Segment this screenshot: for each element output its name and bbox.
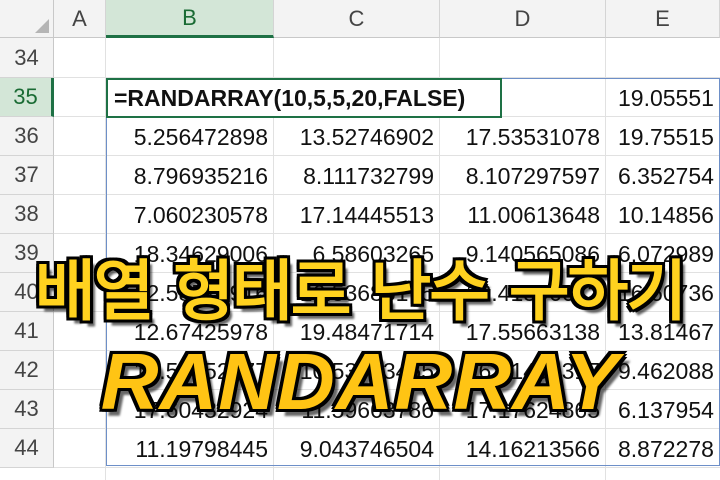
cell-e41[interactable]: 13.81467 xyxy=(618,313,720,351)
cell-c38[interactable]: 17.14445513 xyxy=(274,196,438,234)
column-header-b[interactable]: B xyxy=(106,0,274,38)
cell-d40[interactable]: 12.41596642 xyxy=(440,274,604,312)
cell-d41[interactable]: 17.55663138 xyxy=(440,313,604,351)
cell-c44[interactable]: 9.043746504 xyxy=(274,430,438,468)
row-header-34[interactable]: 34 xyxy=(0,38,54,78)
cell-e44[interactable]: 8.872278 xyxy=(618,430,720,468)
cell-c40[interactable]: 16.53685175 xyxy=(274,274,438,312)
cell-d44[interactable]: 14.16213566 xyxy=(440,430,604,468)
cell-e39[interactable]: 6.072989 xyxy=(618,235,720,273)
cell-b42[interactable]: 14.50252677 xyxy=(106,352,272,390)
row-header-38[interactable]: 38 xyxy=(0,195,54,234)
row-header-37[interactable]: 37 xyxy=(0,156,54,195)
cell-d42[interactable]: 16.41492317 xyxy=(440,352,604,390)
active-cell-b35-formula[interactable]: =RANDARRAY(10,5,5,20,FALSE) xyxy=(106,78,502,118)
cell-b43[interactable]: 17.60432924 xyxy=(106,391,272,429)
gridline xyxy=(605,38,606,480)
cell-c43[interactable]: 11.59663786 xyxy=(274,391,438,429)
spreadsheet-grid: A B C D E 34 35 36 37 38 39 40 41 42 43 … xyxy=(0,0,720,480)
cell-c37[interactable]: 8.111732799 xyxy=(274,157,438,195)
cell-b44[interactable]: 11.19798445 xyxy=(106,430,272,468)
cell-d43[interactable]: 17.17624865 xyxy=(440,391,604,429)
row-header-42[interactable]: 42 xyxy=(0,351,54,390)
cell-c42[interactable]: 10.53703455 xyxy=(274,352,438,390)
cell-b41[interactable]: 12.67425978 xyxy=(106,313,272,351)
select-all-corner[interactable] xyxy=(0,0,54,38)
cell-d36[interactable]: 17.53531078 xyxy=(440,118,604,156)
cell-b37[interactable]: 8.796935216 xyxy=(106,157,272,195)
cell-c36[interactable]: 13.52746902 xyxy=(274,118,438,156)
cell-b40[interactable]: 12.58578916 xyxy=(106,274,272,312)
row-header-44[interactable]: 44 xyxy=(0,429,54,468)
column-header-d[interactable]: D xyxy=(440,0,606,38)
row-header-39[interactable]: 39 xyxy=(0,234,54,273)
cell-c41[interactable]: 19.48471714 xyxy=(274,313,438,351)
column-header-e[interactable]: E xyxy=(606,0,720,38)
cell-e35[interactable]: 19.05551 xyxy=(618,79,720,117)
cell-b38[interactable]: 7.060230578 xyxy=(106,196,272,234)
cell-e36[interactable]: 19.75515 xyxy=(618,118,720,156)
cell-e42[interactable]: 9.462088 xyxy=(618,352,720,390)
cell-b36[interactable]: 5.256472898 xyxy=(106,118,272,156)
column-header-a[interactable]: A xyxy=(54,0,106,38)
cell-b39[interactable]: 18.34629006 xyxy=(106,235,272,273)
cell-d39[interactable]: 9.140565086 xyxy=(440,235,604,273)
cell-c39[interactable]: 6.58603265 xyxy=(274,235,438,273)
cell-e40[interactable]: 16.60736 xyxy=(618,274,720,312)
row-header-36[interactable]: 36 xyxy=(0,117,54,156)
cell-e38[interactable]: 10.14856 xyxy=(618,196,720,234)
cell-e37[interactable]: 6.352754 xyxy=(618,157,720,195)
cell-e43[interactable]: 6.137954 xyxy=(618,391,720,429)
cell-d38[interactable]: 11.00613648 xyxy=(440,196,604,234)
cell-d37[interactable]: 8.107297597 xyxy=(440,157,604,195)
column-header-c[interactable]: C xyxy=(274,0,440,38)
select-all-icon xyxy=(35,19,49,33)
row-header-35[interactable]: 35 xyxy=(0,78,54,117)
row-header-43[interactable]: 43 xyxy=(0,390,54,429)
row-header-40[interactable]: 40 xyxy=(0,273,54,312)
row-header-41[interactable]: 41 xyxy=(0,312,54,351)
